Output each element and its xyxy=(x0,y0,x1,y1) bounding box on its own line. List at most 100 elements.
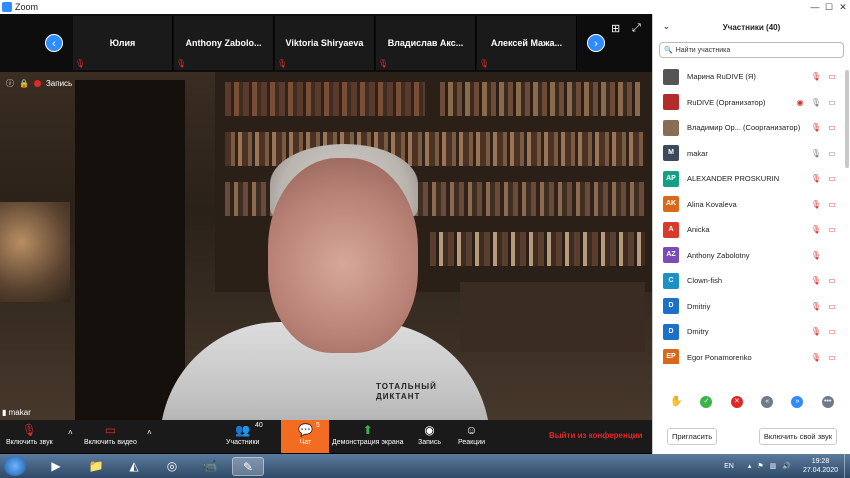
participant-row[interactable]: Владимир Ор... (Соорганизатор) 🎙 ▭ xyxy=(653,115,850,141)
participant-search-input[interactable]: 🔍 Найти участника xyxy=(659,42,844,58)
chrome-icon[interactable]: ◎ xyxy=(156,457,188,476)
strip-prev-arrow-icon[interactable]: ‹ xyxy=(45,34,63,52)
participant-row[interactable]: AZ Anthony Zabolotny 🎙 xyxy=(653,243,850,269)
video-tile[interactable]: Алексей Мажа... 🎙 xyxy=(477,16,577,70)
gallery-view-icon[interactable]: ⊞ xyxy=(611,22,620,35)
participant-row[interactable]: EP Egor Ponamorenko 🎙 ▭ xyxy=(653,345,850,364)
faster-icon[interactable]: » xyxy=(791,396,804,408)
participant-row[interactable]: Марина RuDIVE (Я) 🎙 ▭ xyxy=(653,64,850,90)
person-face xyxy=(268,158,418,353)
video-tile[interactable]: Viktoria Shiryaeva 🎙 xyxy=(275,16,375,70)
reactions-label: Реакции xyxy=(458,439,486,446)
participants-button[interactable]: 👥 40 Участники xyxy=(226,422,263,446)
books-row xyxy=(440,82,640,116)
participant-row[interactable]: AK Alina Kovaleva 🎙 ▭ xyxy=(653,192,850,218)
system-tray: EN ▴ ⚑ ▥ 🔊 19:28 27.04.2020 xyxy=(724,454,850,478)
explorer-icon[interactable]: 📁 xyxy=(80,457,112,476)
collapse-chevron-icon[interactable]: ⌄ xyxy=(663,22,670,31)
chat-count: 5 xyxy=(316,422,320,429)
mic-muted-icon: 🎙 xyxy=(810,352,822,362)
video-off-icon: ▭ xyxy=(828,352,836,362)
drive-icon[interactable]: ◭ xyxy=(118,457,150,476)
video-off-icon: ▭ xyxy=(104,423,117,437)
desk-area xyxy=(460,282,645,352)
speaker-name-tag: ▮ makar xyxy=(2,408,31,417)
video-off-icon: ▭ xyxy=(828,276,836,286)
audio-options-chevron-icon[interactable]: ˄ xyxy=(68,428,73,437)
more-icon[interactable]: ••• xyxy=(821,396,834,408)
volume-icon[interactable]: 🔊 xyxy=(782,462,791,470)
start-button[interactable] xyxy=(4,456,26,476)
participant-list-scrollbar[interactable] xyxy=(845,70,849,168)
video-options-chevron-icon[interactable]: ˄ xyxy=(147,428,152,437)
language-indicator[interactable]: EN xyxy=(724,463,734,470)
participant-row[interactable]: RuDIVE (Организатор) ◉ 🎙 ▭ xyxy=(653,90,850,116)
video-tile[interactable]: Anthony Zabolo... 🎙 xyxy=(174,16,274,70)
flag-icon[interactable]: ⚑ xyxy=(757,462,763,470)
active-speaker-video: ТОТАЛЬНЫЙ ДИКТАНТ xyxy=(0,72,652,420)
chat-button[interactable]: 💬 5 Чат xyxy=(298,422,320,446)
network-icon[interactable]: ▥ xyxy=(770,462,777,470)
video-off-icon: ▭ xyxy=(828,301,836,311)
record-label: Запись xyxy=(418,439,441,446)
participant-row[interactable]: AP ALEXANDER PROSKURIN 🎙 ▭ xyxy=(653,166,850,192)
strip-next-arrow-icon[interactable]: › xyxy=(587,34,605,52)
participant-name: Anthony Zabolotny xyxy=(687,250,750,260)
minimize-button[interactable]: — xyxy=(808,2,822,13)
fullscreen-icon[interactable]: ⤢ xyxy=(632,22,641,35)
avatar: M xyxy=(663,145,679,162)
tile-name: Юлия xyxy=(109,38,136,48)
raise-hand-icon[interactable]: ✋ xyxy=(670,396,682,408)
hoodie-print: ТОТАЛЬНЫЙ ДИКТАНТ xyxy=(376,382,437,401)
mic-muted-icon: 🎙 xyxy=(810,123,822,133)
unmute-button[interactable]: 🎙 Включить звук xyxy=(6,423,53,446)
avatar: D xyxy=(663,323,679,340)
participant-row[interactable]: A Anicka 🎙 ▭ xyxy=(653,217,850,243)
leave-meeting-button[interactable]: Выйти из конференции xyxy=(549,431,643,440)
speaker-name: makar xyxy=(8,408,31,417)
invite-button[interactable]: Пригласить xyxy=(667,428,718,445)
zoom-taskbar-icon[interactable]: 📹 xyxy=(194,457,226,476)
windows-taskbar: ▶ 📁 ◭ ◎ 📹 ✎ EN ▴ ⚑ ▥ 🔊 19:28 27.04.2020 xyxy=(0,454,850,478)
start-video-button[interactable]: ▭ Включить видео xyxy=(84,423,137,446)
slower-icon[interactable]: « xyxy=(761,396,774,408)
video-off-icon: ▭ xyxy=(828,327,836,337)
participant-list: Марина RuDIVE (Я) 🎙 ▭ RuDIVE (Организатор) ◉… xyxy=(653,64,850,364)
mic-muted-icon: 🎙 xyxy=(277,59,288,68)
share-screen-button[interactable]: ⬆ Демонстрация экрана xyxy=(332,423,404,446)
mic-icon: 🎙 xyxy=(810,97,822,107)
signal-icon: ▮ xyxy=(2,408,7,417)
video-off-icon: ▭ xyxy=(828,72,836,82)
participant-row[interactable]: Mmakar 🎙 ▭ xyxy=(653,141,850,167)
avatar: EP xyxy=(663,349,679,364)
mic-muted-icon: 🎙 xyxy=(810,327,822,337)
mic-muted-icon: 🎙 xyxy=(810,199,822,209)
maximize-button[interactable]: ☐ xyxy=(822,2,836,13)
no-icon[interactable]: ✕ xyxy=(730,396,743,408)
active-app-icon[interactable]: ✎ xyxy=(232,457,264,476)
media-player-icon[interactable]: ▶ xyxy=(40,457,72,476)
recording-label: Запись xyxy=(45,79,73,88)
video-tile[interactable]: Владислав Акс... 🎙 xyxy=(376,16,476,70)
reactions-button[interactable]: ☺ Реакции xyxy=(458,423,485,446)
video-tile[interactable]: Юлия 🎙 xyxy=(73,16,173,70)
unmute-me-button[interactable]: Включить свой звук xyxy=(758,428,837,445)
panel-title: Участники (40) xyxy=(722,22,781,32)
participant-row[interactable]: C Clown-fish 🎙 ▭ xyxy=(653,268,850,294)
record-button[interactable]: ◉ Запись xyxy=(418,423,441,446)
info-icon[interactable]: ⓘ xyxy=(6,78,14,89)
show-desktop-button[interactable] xyxy=(844,454,850,478)
books-row xyxy=(225,82,425,116)
participant-name: Dmitry xyxy=(687,327,709,337)
yes-icon[interactable]: ✓ xyxy=(700,396,713,408)
tile-name: Anthony Zabolo... xyxy=(185,38,262,48)
participant-row[interactable]: D Dmitry 🎙 ▭ xyxy=(653,319,850,345)
participant-row[interactable]: D Dmitriy 🎙 ▭ xyxy=(653,294,850,320)
participant-name: Egor Ponamorenko xyxy=(687,352,752,362)
close-button[interactable]: ✕ xyxy=(836,2,850,13)
avatar xyxy=(663,119,679,136)
participant-name: Alina Kovaleva xyxy=(687,199,737,209)
tray-chevron-icon[interactable]: ▴ xyxy=(748,462,752,470)
clock[interactable]: 19:28 27.04.2020 xyxy=(803,457,838,475)
search-placeholder: Найти участника xyxy=(675,46,731,54)
